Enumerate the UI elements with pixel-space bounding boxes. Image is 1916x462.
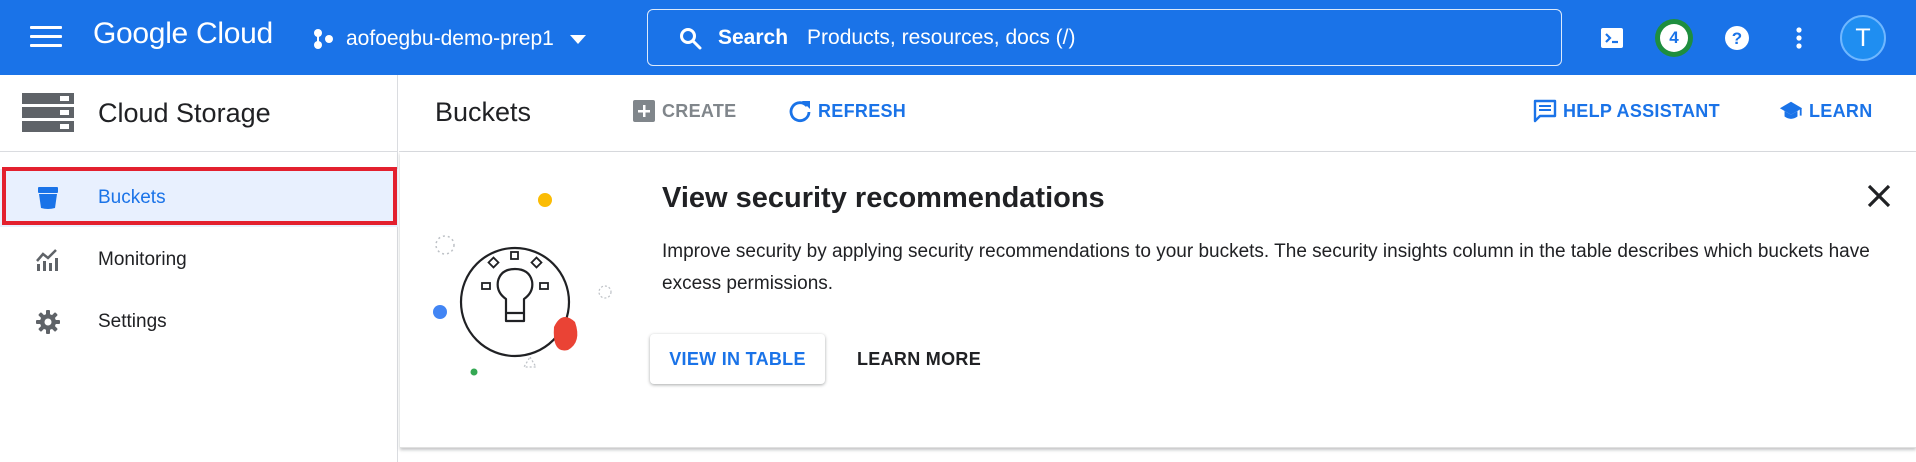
- terminal-icon: [1601, 28, 1623, 48]
- refresh-label: REFRESH: [818, 100, 907, 121]
- search-bar[interactable]: Search Products, resources, docs (/): [647, 9, 1562, 66]
- refresh-icon: [788, 99, 812, 123]
- security-recommendation-card: View security recommendations Improve se…: [400, 152, 1916, 448]
- help-icon: ?: [1725, 26, 1749, 50]
- sidebar: Cloud Storage Buckets Monitoring Setting…: [0, 75, 398, 462]
- learn-more-button[interactable]: LEARN MORE: [857, 334, 981, 384]
- main-menu-button[interactable]: [30, 26, 62, 48]
- cloud-shell-button[interactable]: [1595, 21, 1629, 55]
- project-selector[interactable]: aofoegbu-demo-prep1: [312, 22, 586, 56]
- monitoring-icon: [34, 246, 62, 274]
- sidebar-item-label: Buckets: [98, 187, 166, 208]
- search-label: Search: [718, 25, 789, 49]
- refresh-button[interactable]: REFRESH: [788, 99, 906, 123]
- product-title: Cloud Storage: [98, 97, 271, 128]
- chevron-down-icon: [569, 34, 586, 44]
- gear-icon: [34, 308, 62, 336]
- sidebar-header: Cloud Storage: [0, 75, 397, 152]
- svg-text:?: ?: [1732, 29, 1742, 48]
- sidebar-item-buckets[interactable]: Buckets: [0, 169, 398, 227]
- sidebar-item-settings[interactable]: Settings: [0, 293, 398, 351]
- search-placeholder: Products, resources, docs (/): [807, 25, 1076, 49]
- search-icon: [680, 27, 702, 49]
- learn-button[interactable]: LEARN: [1779, 99, 1873, 123]
- chat-icon: [1533, 99, 1557, 123]
- project-icon: [314, 29, 333, 49]
- page-header: Buckets CREATE REFRESH HELP ASSISTANT LE…: [399, 75, 1916, 152]
- card-title: View security recommendations: [662, 182, 1105, 214]
- notifications-count: 4: [1660, 24, 1688, 52]
- help-assistant-button[interactable]: HELP ASSISTANT: [1533, 99, 1720, 123]
- more-options-button[interactable]: [1782, 21, 1816, 55]
- learn-label: LEARN: [1809, 100, 1873, 121]
- lightbulb-illustration: [433, 193, 612, 376]
- close-icon[interactable]: [1864, 181, 1894, 211]
- cloud-storage-icon: [22, 93, 74, 132]
- card-description: Improve security by applying security re…: [662, 241, 1870, 294]
- sidebar-item-monitoring[interactable]: Monitoring: [0, 231, 398, 289]
- project-name: aofoegbu-demo-prep1: [346, 27, 554, 50]
- account-avatar[interactable]: T: [1840, 15, 1886, 61]
- top-app-bar: Google Cloud aofoegbu-demo-prep1 Search …: [0, 0, 1916, 75]
- page-title: Buckets: [435, 97, 532, 127]
- school-icon: [1779, 99, 1803, 123]
- help-button[interactable]: ?: [1720, 21, 1754, 55]
- google-cloud-logo[interactable]: Google Cloud: [93, 17, 273, 51]
- create-button[interactable]: CREATE: [632, 99, 736, 123]
- sidebar-item-label: Monitoring: [98, 249, 187, 270]
- view-in-table-button[interactable]: VIEW IN TABLE: [650, 334, 825, 384]
- create-label: CREATE: [662, 100, 737, 121]
- add-box-icon: [632, 99, 656, 123]
- help-assistant-label: HELP ASSISTANT: [1563, 100, 1720, 121]
- sidebar-item-label: Settings: [98, 311, 167, 332]
- notifications-button[interactable]: 4: [1655, 19, 1693, 57]
- more-vert-icon: [1796, 27, 1802, 49]
- bucket-icon: [34, 184, 62, 212]
